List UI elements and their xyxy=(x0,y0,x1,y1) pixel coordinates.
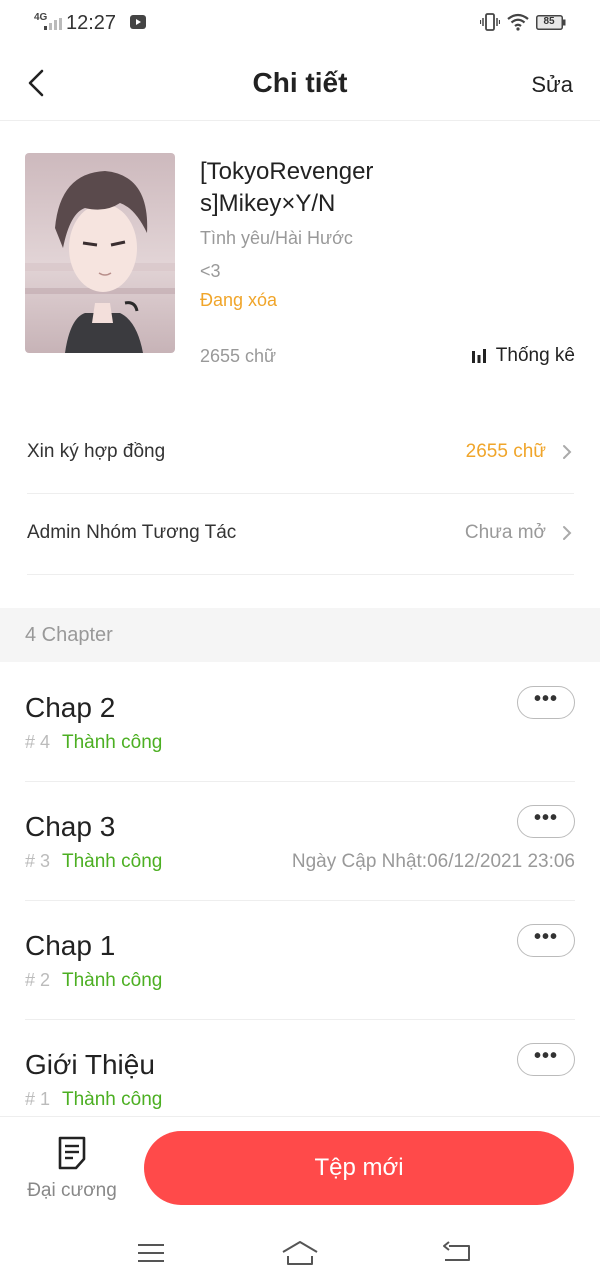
chapter-title: Chap 1 xyxy=(25,930,116,961)
more-options-button[interactable]: ••• xyxy=(517,686,575,719)
media-icon xyxy=(130,15,146,29)
admin-group-value: Chưa mở xyxy=(464,522,546,543)
vibrate-icon xyxy=(480,13,500,31)
chapter-number: # 2 xyxy=(25,970,51,990)
story-description: <3 xyxy=(200,261,221,281)
edit-button[interactable]: Sửa xyxy=(531,72,573,98)
more-options-button[interactable]: ••• xyxy=(517,1043,575,1076)
more-icon: ••• xyxy=(533,1045,558,1067)
chapter-status: Thành công xyxy=(62,851,163,872)
chapter-item[interactable]: Chap 1 # 2 Thành công ••• xyxy=(25,900,575,1020)
story-cover[interactable] xyxy=(25,153,175,353)
back-nav-icon[interactable] xyxy=(441,1240,473,1266)
more-icon: ••• xyxy=(533,688,558,710)
chapter-item[interactable]: Chap 3 # 3 Thành công Ngày Cập Nhật:06/1… xyxy=(25,781,575,901)
chapter-title: Chap 2 xyxy=(25,692,116,723)
wifi-icon xyxy=(507,13,529,31)
stats-button[interactable]: Thống kê xyxy=(470,345,575,367)
signal-icon xyxy=(44,18,62,30)
more-options-button[interactable]: ••• xyxy=(517,924,575,957)
chapter-status: Thành công xyxy=(62,1089,163,1110)
more-icon: ••• xyxy=(533,807,558,829)
stats-label: Thống kê xyxy=(495,345,575,366)
outline-icon xyxy=(58,1136,86,1170)
menu-icon[interactable] xyxy=(136,1241,166,1265)
chapter-status: Thành công xyxy=(62,732,163,753)
chapter-number: # 4 xyxy=(25,732,51,752)
chapter-item[interactable]: Chap 2 # 4 Thành công ••• xyxy=(25,662,575,782)
more-icon: ••• xyxy=(533,926,558,948)
system-nav-bar xyxy=(0,1228,600,1287)
chapter-number: # 1 xyxy=(25,1089,51,1109)
chevron-right-icon xyxy=(563,526,572,540)
cover-illustration xyxy=(25,153,175,353)
status-bar: 4G 12:27 85 xyxy=(0,0,600,46)
contract-row[interactable]: Xin ký hợp đồng 2655 chữ xyxy=(27,412,574,494)
story-status: Đang xóa xyxy=(200,290,278,310)
chevron-right-icon xyxy=(563,445,572,459)
chapter-section-header: 4 Chapter xyxy=(0,608,600,662)
more-options-button[interactable]: ••• xyxy=(517,805,575,838)
contract-value: 2655 chữ xyxy=(465,441,546,462)
bottom-bar: Đại cương Tệp mới xyxy=(0,1116,600,1229)
chapter-title: Chap 3 xyxy=(25,811,116,842)
chapter-date: Ngày Cập Nhật:06/12/2021 23:06 xyxy=(291,851,575,872)
chapter-number: # 3 xyxy=(25,851,51,871)
stats-icon xyxy=(471,349,486,363)
contract-label: Xin ký hợp đồng xyxy=(27,441,166,462)
admin-group-row[interactable]: Admin Nhóm Tương Tác Chưa mở xyxy=(27,493,574,575)
new-file-button[interactable]: Tệp mới xyxy=(144,1131,574,1205)
story-title: [TokyoRevengers]Mikey×Y/N xyxy=(200,158,374,217)
story-genre: Tình yêu/Hài Hước xyxy=(200,228,353,248)
chapter-title: Giới Thiệu xyxy=(25,1049,155,1080)
chapter-status: Thành công xyxy=(62,970,163,991)
clock: 12:27 xyxy=(66,12,117,34)
outline-button[interactable]: Đại cương xyxy=(20,1131,124,1211)
story-word-count: 2655 chữ xyxy=(200,346,277,366)
battery-level: 85 xyxy=(543,16,555,27)
header: Chi tiết Sửa xyxy=(0,46,600,121)
outline-label: Đại cương xyxy=(27,1180,117,1201)
home-icon[interactable] xyxy=(280,1238,320,1268)
admin-group-label: Admin Nhóm Tương Tác xyxy=(27,522,237,543)
page-title: Chi tiết xyxy=(252,67,348,98)
chapter-count: 4 Chapter xyxy=(25,624,113,646)
